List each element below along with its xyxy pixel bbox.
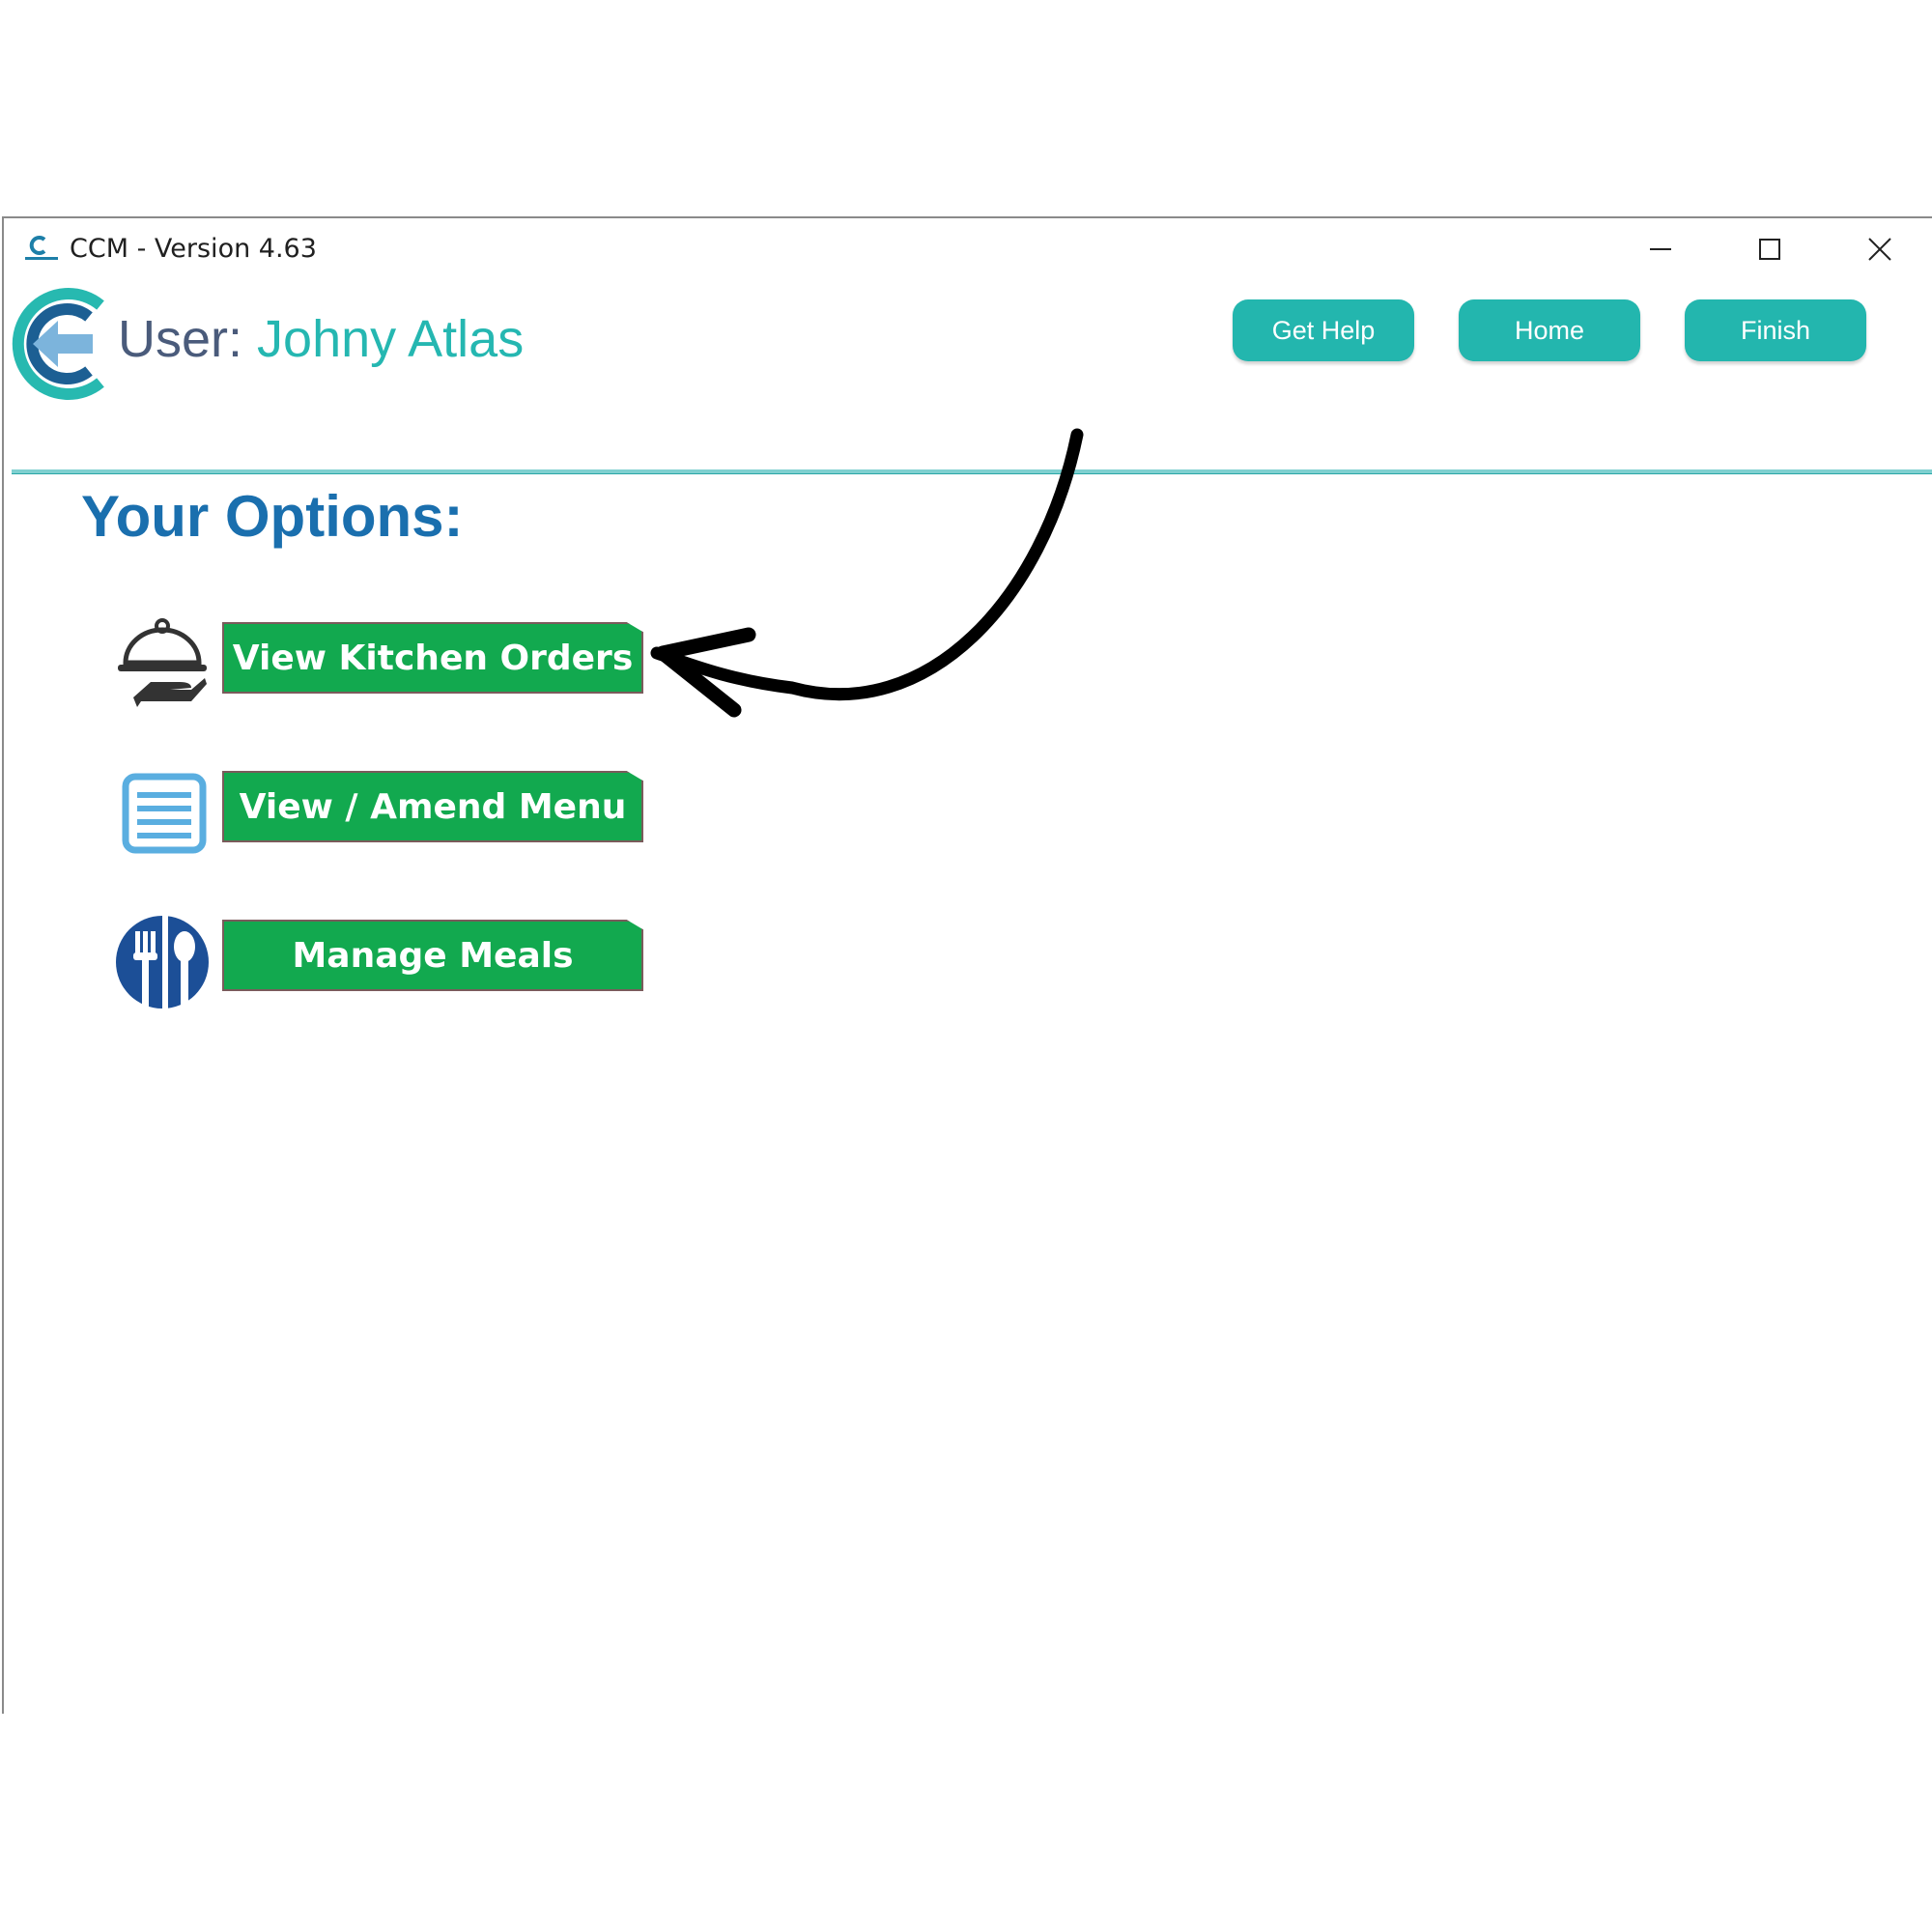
brand-logo-icon	[12, 288, 104, 400]
manage-meals-button[interactable]: Manage Meals	[222, 920, 643, 991]
app-small-logo-icon	[25, 236, 58, 260]
cutlery-icon	[116, 916, 209, 1010]
maximize-icon	[1759, 239, 1780, 260]
title-bar[interactable]: CCM - Version 4.63	[4, 218, 1932, 280]
minimize-button[interactable]	[1632, 228, 1690, 270]
close-button[interactable]	[1851, 228, 1909, 270]
user-label: User:	[118, 310, 243, 368]
minimize-icon	[1650, 248, 1671, 250]
app-window: CCM - Version 4.63 User: Johny Atlas Get…	[2, 216, 1932, 1714]
close-icon	[1868, 238, 1891, 261]
menu-list-icon	[122, 773, 207, 854]
home-button[interactable]: Home	[1459, 299, 1640, 361]
screenshot-canvas: CCM - Version 4.63 User: Johny Atlas Get…	[0, 0, 1932, 1932]
serving-cloche-icon	[118, 618, 207, 707]
app-header: User: Johny Atlas Get Help Home Finish	[4, 280, 1932, 474]
user-line: User: Johny Atlas	[118, 309, 524, 369]
view-amend-menu-button[interactable]: View / Amend Menu	[222, 771, 643, 842]
user-name: Johny Atlas	[257, 310, 525, 368]
maximize-button[interactable]	[1741, 228, 1799, 270]
get-help-button[interactable]: Get Help	[1233, 299, 1414, 361]
view-kitchen-orders-button[interactable]: View Kitchen Orders	[222, 622, 643, 694]
header-divider	[12, 469, 1932, 474]
finish-button[interactable]: Finish	[1685, 299, 1866, 361]
page-title: Your Options:	[81, 484, 464, 549]
window-title: CCM - Version 4.63	[70, 234, 317, 264]
